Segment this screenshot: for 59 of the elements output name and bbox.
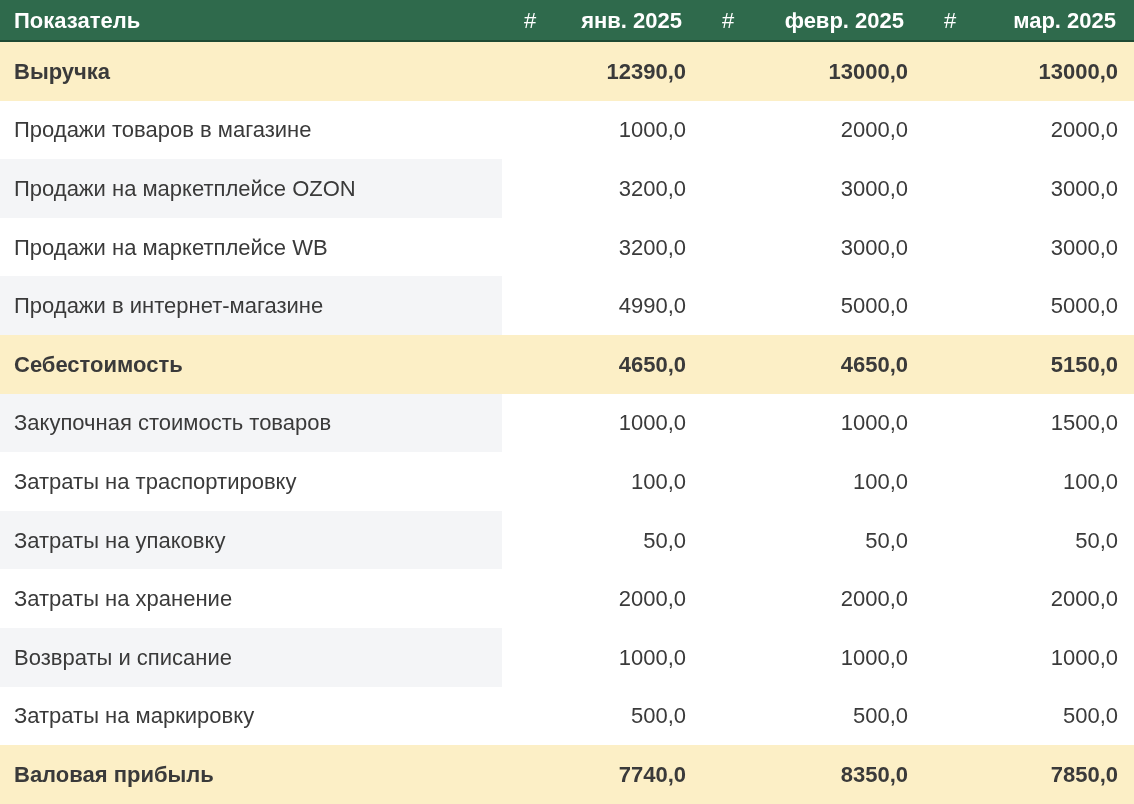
column-header: февр. 2025 [784, 6, 904, 35]
row-label: Продажи на маркетплейсе OZON [14, 175, 356, 203]
table-cell-text: 1000,0 [618, 409, 686, 438]
row-label: Затраты на хранение [14, 585, 233, 614]
row-label: Затраты на упаковку [14, 526, 226, 555]
table-cell-text: 8350,0 [840, 760, 908, 789]
table-cell-text: 1000,0 [1050, 643, 1118, 672]
table-cell-text: 500,0 [852, 702, 908, 731]
column-header: Показатель [14, 6, 141, 35]
table-cell-text: 1000,0 [618, 643, 686, 672]
row-label: Продажи товаров в магазине [14, 116, 312, 145]
table-cell-text: 3200,0 [618, 233, 686, 262]
hash-icon: # [722, 3, 735, 37]
row-label: Выручка [14, 57, 111, 86]
table-cell-text: 3000,0 [840, 175, 908, 203]
table-cell-text: 3000,0 [1050, 233, 1118, 262]
table-cell-text: 4990,0 [618, 292, 686, 321]
table-cell-text: 5000,0 [1050, 292, 1118, 321]
table-cell-text: 500,0 [630, 702, 686, 731]
table-cell-text: 3200,0 [618, 175, 686, 203]
table-cell-text: 4650,0 [840, 350, 908, 379]
row-label: Себестоимость [14, 350, 183, 379]
row-label: Продажи в интернет-магазине [14, 292, 324, 321]
table-cell-text: 1000,0 [840, 409, 908, 438]
table-cell-text: 1000,0 [618, 116, 686, 145]
table-cell-text: 5150,0 [1050, 350, 1118, 379]
table-cell-text: 50,0 [865, 526, 908, 555]
table-cell-text: 2000,0 [618, 585, 686, 614]
table-cell-text: 7740,0 [618, 760, 686, 789]
row-label: Закупочная стоимость товаров [14, 409, 332, 438]
table-cell-text: 5000,0 [840, 292, 908, 321]
table-cell-text: 2000,0 [840, 585, 908, 614]
table-cell-text: 1000,0 [840, 643, 908, 672]
column-header: мар. 2025 [1013, 6, 1116, 35]
table-cell-text: 2000,0 [1050, 116, 1118, 145]
table-cell-text: 7850,0 [1050, 760, 1118, 789]
table-cell-text: 3000,0 [1050, 175, 1118, 203]
row-label: Валовая прибыль [14, 760, 214, 789]
table-cell-text: 12390,0 [606, 57, 686, 86]
table-cell-text: 100,0 [630, 467, 686, 496]
table-cell-text: 100,0 [852, 467, 908, 496]
column-header: янв. 2025 [581, 6, 682, 35]
table-cell-text: 50,0 [1075, 526, 1118, 555]
table-cell-text: 4650,0 [618, 350, 686, 379]
table-cell-text: 2000,0 [1050, 585, 1118, 614]
table-cell-text: 2000,0 [840, 116, 908, 145]
row-label: Затраты на траспортировку [14, 467, 297, 496]
table-cell-text: 1500,0 [1050, 409, 1118, 438]
table-cell-text: 13000,0 [828, 57, 908, 86]
row-label: Возвраты и списание [14, 643, 232, 672]
row-label: Продажи на маркетплейсе WB [14, 233, 328, 262]
hash-icon: # [524, 3, 537, 37]
hash-icon: # [944, 3, 957, 37]
table-cell-text: 3000,0 [840, 233, 908, 262]
table-cell-text: 50,0 [643, 526, 686, 555]
row-label: Затраты на маркировку [14, 702, 255, 731]
table-cell-text: 500,0 [1062, 702, 1118, 731]
table-cell-text: 13000,0 [1038, 57, 1118, 86]
table-cell-text: 100,0 [1062, 467, 1118, 496]
